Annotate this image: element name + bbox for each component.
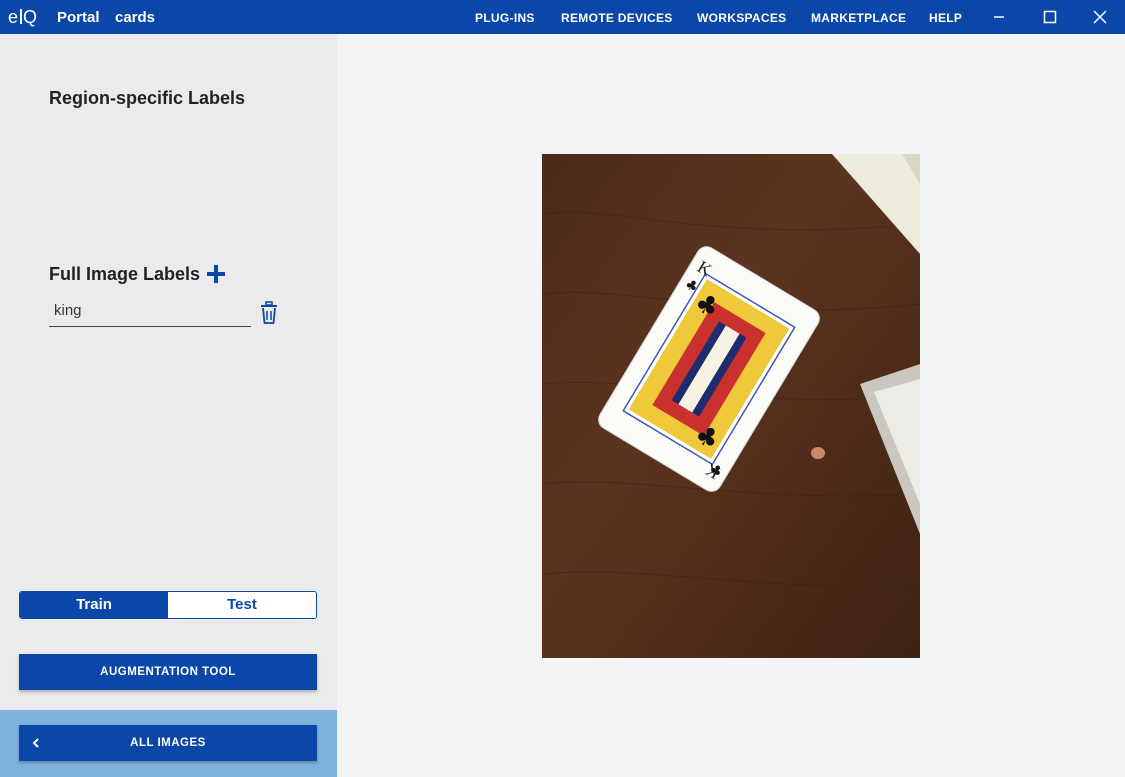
- maximize-icon[interactable]: [1039, 6, 1061, 28]
- nav-workspaces[interactable]: WORKSPACES: [697, 11, 786, 25]
- svg-text:e: e: [8, 7, 18, 27]
- train-test-toggle: Train Test: [19, 591, 317, 619]
- trash-icon[interactable]: [258, 301, 280, 325]
- card-photo: K K ♣ ♣ ♣ ♣: [542, 154, 920, 658]
- minimize-icon[interactable]: [988, 6, 1010, 28]
- nav-remote-devices[interactable]: REMOTE DEVICES: [561, 11, 673, 25]
- sidebar-footer: ALL IMAGES: [0, 710, 337, 777]
- test-option[interactable]: Test: [168, 592, 316, 618]
- add-label-icon[interactable]: [205, 263, 227, 285]
- nav-plug-ins[interactable]: PLUG-INS: [475, 11, 535, 25]
- train-option[interactable]: Train: [20, 592, 168, 618]
- label-field: [49, 296, 251, 327]
- augmentation-tool-button[interactable]: AUGMENTATION TOOL: [19, 654, 317, 690]
- eiq-logo[interactable]: e Q: [8, 6, 44, 28]
- close-icon[interactable]: [1089, 6, 1111, 28]
- app-title: Portal: [57, 9, 100, 26]
- all-images-label: ALL IMAGES: [130, 737, 206, 749]
- region-labels-title: Region-specific Labels: [49, 88, 246, 108]
- label-sidebar: Region-specific Labels Full Image Labels…: [0, 34, 337, 777]
- chevron-left-icon: [32, 738, 39, 748]
- label-input[interactable]: [49, 296, 250, 324]
- full-image-labels-title: Full Image Labels: [49, 264, 201, 284]
- nav-marketplace[interactable]: MARKETPLACE: [811, 11, 906, 25]
- nav-help[interactable]: HELP: [929, 11, 962, 25]
- project-name: cards: [115, 9, 156, 26]
- image-preview[interactable]: K K ♣ ♣ ♣ ♣: [542, 154, 920, 658]
- top-bar: e Q Portal cards PLUG-INS REMOTE DEVICES…: [0, 0, 1125, 34]
- all-images-button[interactable]: ALL IMAGES: [19, 725, 317, 761]
- svg-text:Q: Q: [23, 7, 37, 27]
